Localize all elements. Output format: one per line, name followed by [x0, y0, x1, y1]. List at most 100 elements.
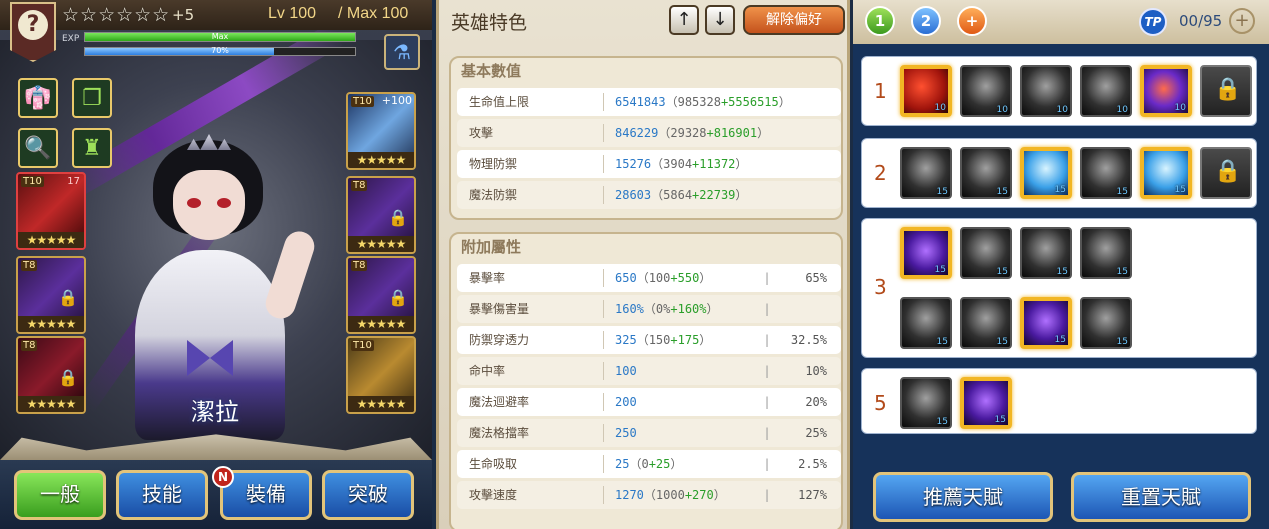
tier-number: 2 [874, 161, 887, 185]
armor-icon[interactable]: ♜ [72, 128, 112, 168]
stat-value: 28603（5864+22739） [615, 188, 748, 202]
recommend-talent-button[interactable]: 推薦天賦 [873, 472, 1053, 522]
talent-skill-icon[interactable]: 15 [1020, 297, 1072, 349]
sort-up-button[interactable]: ↑ [669, 5, 699, 35]
hero-name: 潔拉 [191, 398, 239, 426]
talent-level: 10 [1116, 105, 1128, 115]
talent-level: 15 [936, 187, 948, 197]
potion-icon[interactable]: ⚗ [384, 34, 420, 70]
talent-panel: 1 2 + TP 00/95 + 1 10 10 10 10 10 2 15 15 15 15… [853, 0, 1269, 529]
stat-value: 200 [615, 395, 637, 409]
equip-slot-boots[interactable]: T8 🔒 ★★★★★ [346, 256, 416, 334]
talent-skill-icon[interactable]: 15 [1020, 147, 1072, 199]
equip-slot-gauntlet[interactable]: T8 🔒 ★★★★★ [346, 176, 416, 254]
equip-slot-weapon[interactable]: T10 17 ★★★★★ [16, 172, 86, 250]
talent-skill-icon[interactable]: 15 [960, 227, 1012, 279]
section-title: 基本數值 [461, 62, 522, 80]
basic-stats-section: 基本數值 生命值上限 6541843（985328+5556515） 攻擊 846… [449, 56, 843, 220]
extra-stats-section: 附加屬性 暴擊率 650（100+550） | 65% 暴擊傷害量 160%（0%+1… [449, 232, 843, 529]
talent-skill-icon[interactable]: 10 [1080, 65, 1132, 117]
talent-skill-icon[interactable]: 15 [1080, 147, 1132, 199]
equip-tier: T8 [351, 180, 368, 191]
lock-icon: 🔒 [388, 208, 408, 227]
talent-level: 10 [1174, 103, 1186, 113]
tab-breakthrough[interactable]: 突破 [322, 470, 414, 520]
new-badge: N [212, 466, 234, 488]
talent-tier-1: 1 10 10 10 10 10 [861, 56, 1257, 126]
talent-skill-icon[interactable]: 15 [960, 147, 1012, 199]
talent-skill-icon[interactable]: 10 [900, 65, 952, 117]
talent-level: 10 [934, 103, 946, 113]
tier-number: 5 [874, 391, 887, 415]
locked-talent-slot[interactable] [1200, 65, 1252, 117]
stat-value: 1270（1000+270） [615, 488, 726, 502]
stat-row: 命中率 100 | 10% [457, 357, 841, 385]
stat-row: 魔法格擋率 250 | 25% [457, 419, 841, 447]
hero-stars: ☆☆☆☆☆☆ [62, 4, 171, 26]
stat-row: 生命值上限 6541843（985328+5556515） [457, 88, 841, 116]
tier-number: 1 [874, 79, 887, 103]
stat-row: 魔法迴避率 200 | 20% [457, 388, 841, 416]
stat-value: 6541843（985328+5556515） [615, 95, 791, 109]
talent-page-2-button[interactable]: 2 [911, 6, 941, 36]
stat-value: 25（0+25） [615, 457, 683, 471]
equip-slot-helmet[interactable]: T10 ★★★★★ [346, 336, 416, 414]
locked-talent-slot[interactable] [1200, 147, 1252, 199]
talent-skill-icon[interactable]: 15 [1080, 297, 1132, 349]
talent-skill-icon[interactable]: 10 [1140, 65, 1192, 117]
stat-label: 暴擊率 [469, 271, 506, 285]
talent-skill-icon[interactable]: 15 [960, 377, 1012, 429]
talent-level: 15 [1056, 267, 1068, 277]
equip-slot-armor[interactable]: T8 🔒 ★★★★★ [16, 256, 86, 334]
equip-enhance: +100 [381, 94, 412, 107]
talent-skill-icon[interactable]: 15 [960, 297, 1012, 349]
talent-level: 15 [996, 337, 1008, 347]
talent-skill-icon[interactable]: 10 [1020, 65, 1072, 117]
talent-level: 15 [934, 265, 946, 275]
hero-max-level: / Max 100 [338, 5, 409, 22]
equip-slot-orb[interactable]: T10 +100 ★★★★★ [346, 92, 416, 170]
search-icon[interactable]: 🔍 [18, 128, 58, 168]
talent-skill-icon[interactable]: 15 [900, 147, 952, 199]
add-talent-point-button[interactable]: + [1229, 8, 1255, 34]
talent-level: 10 [996, 105, 1008, 115]
talent-skill-icon[interactable]: 15 [900, 377, 952, 429]
stat-label: 攻擊速度 [469, 488, 518, 502]
talent-skill-icon[interactable]: 10 [960, 65, 1012, 117]
stat-row: 暴擊傷害量 160%（0%+160%） | [457, 295, 841, 323]
equip-tier: T10 [351, 340, 374, 351]
tab-skills[interactable]: 技能 [116, 470, 208, 520]
talent-point-count: 00/95 [1179, 12, 1223, 30]
talent-point-icon: TP [1139, 8, 1167, 36]
tab-general[interactable]: 一般 [14, 470, 106, 520]
stat-value: 15276（3904+11372） [615, 157, 748, 171]
tier-number: 3 [874, 275, 887, 299]
talent-level: 15 [936, 337, 948, 347]
equip-stars: ★★★★★ [348, 316, 414, 332]
equip-tier: T8 [351, 260, 368, 271]
talent-skill-icon[interactable]: 15 [1140, 147, 1192, 199]
reset-talent-button[interactable]: 重置天賦 [1071, 472, 1251, 522]
costume-icon[interactable]: 👘 [18, 78, 58, 118]
exp-bar: Max [84, 32, 356, 42]
talent-level: 15 [1116, 337, 1128, 347]
talent-level: 15 [936, 417, 948, 427]
cards-icon[interactable]: ❐ [72, 78, 112, 118]
sort-down-button[interactable]: ↓ [705, 5, 735, 35]
equip-stars: ★★★★★ [348, 396, 414, 412]
talent-skill-icon[interactable]: 15 [1080, 227, 1132, 279]
add-page-button[interactable]: + [957, 6, 987, 36]
stat-label: 命中率 [469, 364, 506, 378]
talent-level: 10 [1056, 105, 1068, 115]
talent-skill-icon[interactable]: 15 [900, 297, 952, 349]
talent-page-1-button[interactable]: 1 [865, 6, 895, 36]
stat-value: 325（150+175） [615, 333, 712, 347]
lock-icon: 🔒 [58, 368, 78, 387]
talent-skill-icon[interactable]: 15 [1020, 227, 1072, 279]
talent-skill-icon[interactable]: 15 [900, 227, 952, 279]
stat-row: 防禦穿透力 325（150+175） | 32.5% [457, 326, 841, 354]
equip-slot-accessory[interactable]: T8 🔒 ★★★★★ [16, 336, 86, 414]
stat-label: 防禦穿透力 [469, 333, 530, 347]
unfavorite-button[interactable]: 解除偏好 [743, 5, 845, 35]
talent-tier-2: 2 15 15 15 15 15 [861, 138, 1257, 208]
